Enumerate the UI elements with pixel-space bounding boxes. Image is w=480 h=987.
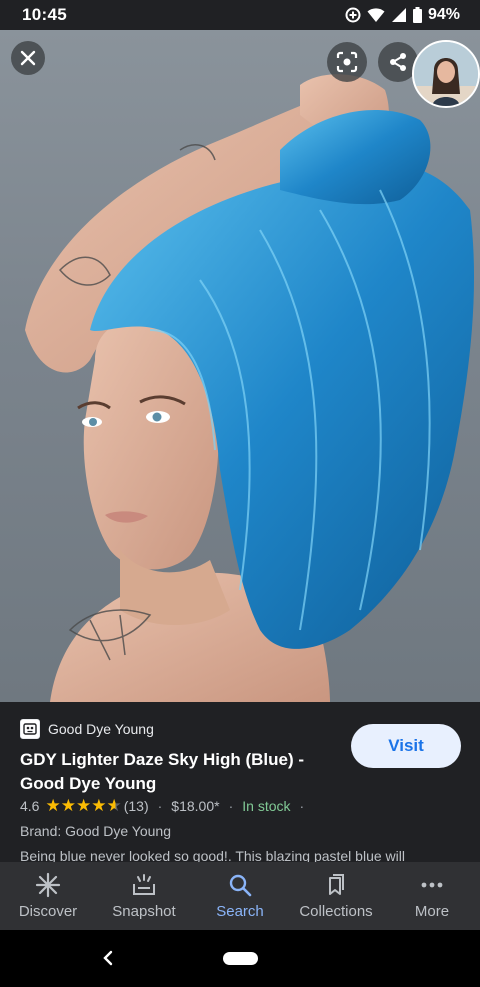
price: $18.00* <box>171 797 220 814</box>
star-icon: ★ <box>60 796 76 815</box>
nav-label: More <box>414 903 450 920</box>
data-saver-icon <box>345 7 361 23</box>
star-icon: ★ <box>91 796 107 815</box>
more-dots-icon <box>421 882 443 888</box>
product-image[interactable] <box>0 30 480 702</box>
nav-label: Search <box>216 903 264 920</box>
account-avatar[interactable] <box>412 40 480 108</box>
system-home-pill[interactable] <box>223 952 258 965</box>
product-description: Being blue never looked so good!. This b… <box>20 848 405 862</box>
share-icon <box>390 53 406 71</box>
collections-icon <box>329 874 344 895</box>
system-nav-bar <box>0 930 480 987</box>
avatar-photo <box>414 42 478 106</box>
battery-icon <box>412 7 422 23</box>
lens-button[interactable] <box>327 42 367 82</box>
nav-collections[interactable]: Collections <box>288 862 384 920</box>
asterisk-icon <box>35 872 61 898</box>
nav-more[interactable]: More <box>384 862 480 920</box>
wifi-icon <box>367 8 385 22</box>
source-name: Good Dye Young <box>48 721 154 737</box>
close-button[interactable] <box>11 41 45 75</box>
signal-icon <box>391 8 406 22</box>
separator: · <box>157 797 163 814</box>
nav-label: Discover <box>18 903 78 920</box>
battery-percent: 94% <box>427 6 460 23</box>
source-row[interactable]: Good Dye Young <box>20 719 154 739</box>
stock-status: In stock <box>242 797 291 814</box>
lens-icon <box>336 51 358 73</box>
nav-search[interactable]: Search <box>192 862 288 920</box>
source-favicon <box>20 719 40 739</box>
brand-text: Brand: Good Dye Young <box>20 823 172 839</box>
hero-photo <box>25 74 475 702</box>
bottom-nav: Discover Snapshot Search Collections Mor… <box>0 862 480 930</box>
status-icons: 94% <box>345 6 460 24</box>
back-chevron-icon <box>103 950 113 966</box>
rating-value: 4.6 <box>20 797 40 814</box>
system-back-button[interactable] <box>96 946 120 970</box>
review-count: (13) <box>123 797 149 814</box>
snapshot-icon <box>133 874 155 895</box>
close-icon <box>20 50 36 66</box>
product-title[interactable]: GDY Lighter Daze Sky High (Blue) - Good … <box>20 748 320 796</box>
rating-stars: ★ ★ ★ ★ ★ <box>45 797 121 814</box>
search-icon <box>229 874 252 897</box>
status-bar: 10:45 94% <box>0 0 480 30</box>
robot-logo-icon <box>23 723 37 735</box>
visit-button[interactable]: Visit <box>351 724 461 768</box>
separator: · <box>299 797 305 814</box>
nav-label: Snapshot <box>112 903 176 920</box>
status-time: 10:45 <box>22 5 67 24</box>
star-icon: ★ <box>45 796 61 815</box>
product-meta: 4.6 ★ ★ ★ ★ ★ (13) · $18.00* · In stock … <box>20 797 313 814</box>
nav-snapshot[interactable]: Snapshot <box>96 862 192 920</box>
separator: · <box>228 797 234 814</box>
nav-label: Collections <box>299 903 373 920</box>
star-half-icon: ★ <box>106 796 122 815</box>
nav-discover[interactable]: Discover <box>0 862 96 920</box>
star-icon: ★ <box>75 796 92 815</box>
product-panel: Good Dye Young GDY Lighter Daze Sky High… <box>0 702 480 862</box>
